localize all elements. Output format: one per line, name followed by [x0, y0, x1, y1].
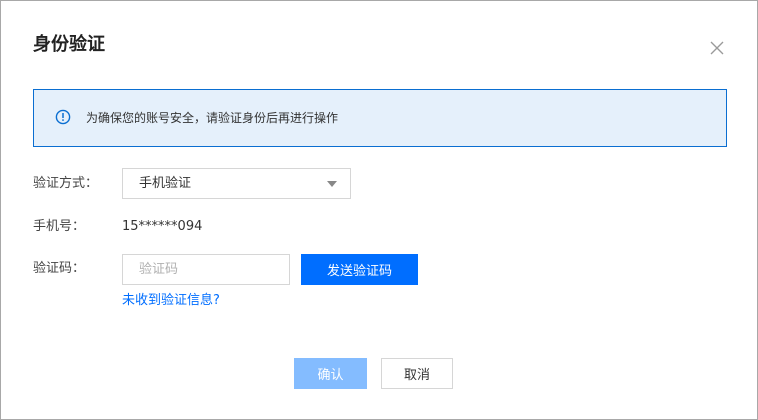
not-received-link[interactable]: 未收到验证信息? — [122, 291, 220, 311]
method-selected-value: 手机验证 — [139, 176, 192, 191]
close-icon — [710, 41, 724, 55]
security-notice: 为确保您的账号安全，请验证身份后再进行操作 — [33, 89, 727, 147]
phone-label: 手机号： — [33, 219, 86, 234]
notice-text: 为确保您的账号安全，请验证身份后再进行操作 — [86, 111, 339, 125]
send-code-button[interactable]: 发送验证码 — [301, 254, 418, 285]
info-circle-icon — [55, 109, 71, 125]
dialog-title: 身份验证 — [33, 34, 105, 55]
confirm-button[interactable]: 确认 — [294, 358, 367, 389]
identity-verification-dialog: 身份验证 为确保您的账号安全，请验证身份后再进行操作 验证方式： 手机验证 手机… — [0, 0, 758, 420]
verification-code-input[interactable] — [122, 254, 290, 285]
caret-down-icon — [327, 181, 337, 187]
method-label: 验证方式： — [33, 176, 99, 191]
code-label: 验证码： — [33, 261, 86, 276]
verification-method-select[interactable]: 手机验证 — [122, 168, 351, 199]
cancel-button[interactable]: 取消 — [381, 358, 453, 389]
close-button[interactable] — [707, 38, 727, 58]
phone-number: 15******094 — [122, 219, 203, 234]
